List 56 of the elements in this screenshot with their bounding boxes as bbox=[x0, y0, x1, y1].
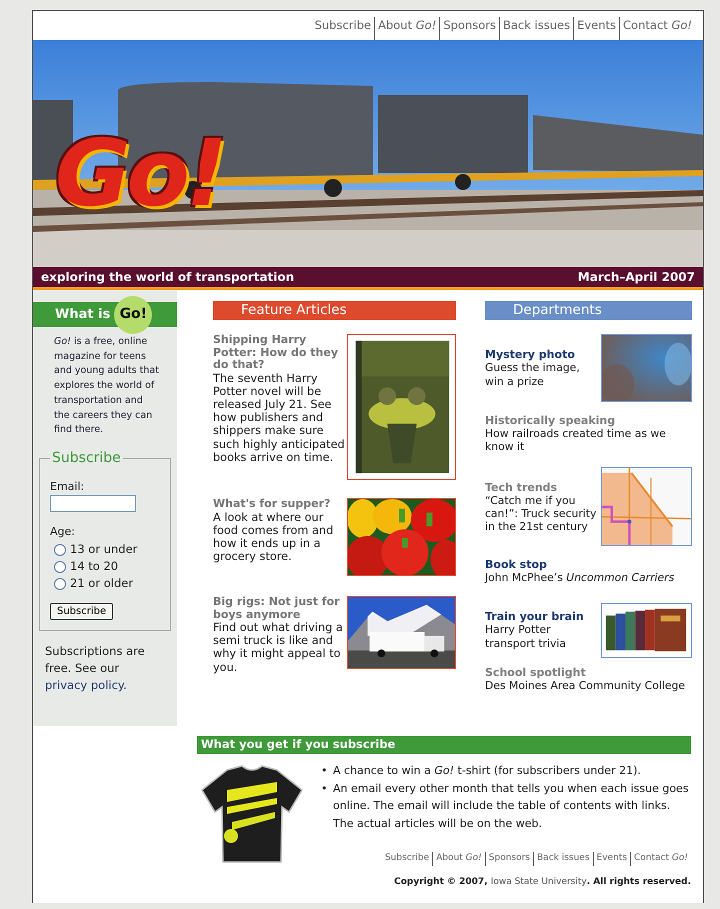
footer-link[interactable]: Back issues bbox=[533, 852, 593, 866]
article-text: Find out what driving a semi truck is like and why it might appeal to you. bbox=[213, 621, 344, 674]
department-title[interactable]: Historically speaking bbox=[485, 414, 692, 427]
footer-link[interactable]: Sponsors bbox=[484, 852, 533, 866]
bullet-text: A chance to win a Go! t-shirt (for subscribers under 21). bbox=[333, 763, 641, 779]
radio-option[interactable]: 21 or older bbox=[54, 575, 162, 593]
footer-link[interactable]: Subscribe bbox=[382, 852, 432, 866]
department-title[interactable]: Mystery photo bbox=[485, 348, 597, 362]
bullet-marker: • bbox=[321, 763, 328, 779]
bullet-text: An email every other month that tells you when each issue goes online. The email will include the table of contents with links. The actual articles will be on the web. bbox=[333, 780, 690, 832]
logo: Go! bbox=[114, 296, 152, 334]
section-heading: Departments bbox=[485, 301, 692, 320]
footer-link[interactable]: About Go! bbox=[432, 852, 485, 866]
department-title[interactable]: Tech trends bbox=[485, 480, 597, 494]
subscription-note: Subscriptions are free. See our privacy policy. bbox=[44, 642, 146, 694]
department-text: Des Moines Area Community College bbox=[485, 678, 685, 692]
department-title[interactable]: School spotlight bbox=[485, 666, 685, 679]
department-title[interactable]: Book stop bbox=[485, 558, 674, 572]
copyright-text: Copyright © 2007, Iowa State University. All rights reserved. bbox=[393, 876, 691, 888]
department-text: John McPhee’s Uncommon Carriers bbox=[485, 571, 674, 585]
department-text: Guess the image, win a prize bbox=[485, 361, 581, 388]
department-text: Harry Potter transport trivia bbox=[485, 623, 567, 650]
email-field[interactable] bbox=[50, 495, 136, 512]
department-title[interactable]: Train your brain bbox=[485, 610, 597, 624]
nav-link[interactable]: Subscribe bbox=[312, 17, 374, 40]
option-label: 21 or older bbox=[70, 575, 134, 592]
option-label: 13 or under bbox=[70, 540, 138, 558]
subscribe-button[interactable]: Subscribe bbox=[50, 602, 114, 620]
field-label: Age: bbox=[50, 524, 76, 540]
section-heading: What you get if you subscribe bbox=[197, 736, 691, 754]
radio-button[interactable] bbox=[54, 560, 66, 573]
article-title[interactable]: What's for supper? bbox=[213, 498, 346, 510]
form-legend: Subscribe bbox=[50, 448, 123, 469]
description-text: Go! is a free, online magazine for teens and young adults that explores the world of transportation and the careers they can find there. bbox=[53, 335, 160, 438]
radio-option[interactable]: 14 to 20 bbox=[54, 558, 162, 576]
department-text: “Catch me if you can!”: Truck security in the 21st century bbox=[485, 494, 597, 534]
bullet-marker: • bbox=[321, 780, 328, 796]
privacy-link[interactable]: privacy policy bbox=[45, 678, 124, 692]
article-title[interactable]: Shipping Harry Potter: How do they do that? bbox=[213, 334, 346, 372]
section-heading: Feature Articles bbox=[213, 301, 456, 320]
issue-date: March–April 2007 bbox=[578, 269, 695, 286]
university-link[interactable]: Iowa State University bbox=[490, 876, 587, 886]
radio-button[interactable] bbox=[54, 578, 66, 590]
footer-link[interactable]: Events bbox=[592, 852, 630, 866]
article-text: The seventh Harry Potter novel will be released July 21. See how publishers and shippers make sure such highly anticipated books arrive on time. bbox=[213, 372, 346, 464]
sidebar-heading: What is bbox=[55, 306, 110, 324]
option-label: 14 to 20 bbox=[70, 558, 118, 576]
radio-button[interactable] bbox=[54, 544, 66, 556]
department-text: How railroads created time as we know it bbox=[485, 427, 667, 454]
article-title[interactable]: Big rigs: Not just for boys anymore bbox=[213, 596, 346, 621]
logo: Go! bbox=[55, 128, 224, 220]
footer-link[interactable]: Contact Go! bbox=[630, 852, 691, 866]
tagline: exploring the world of transportation bbox=[41, 269, 294, 286]
article-text: A look at where our food comes from and how it ends up in a grocery store. bbox=[213, 510, 334, 564]
field-label: Email: bbox=[50, 478, 86, 495]
radio-option[interactable]: 13 or under bbox=[54, 540, 162, 558]
